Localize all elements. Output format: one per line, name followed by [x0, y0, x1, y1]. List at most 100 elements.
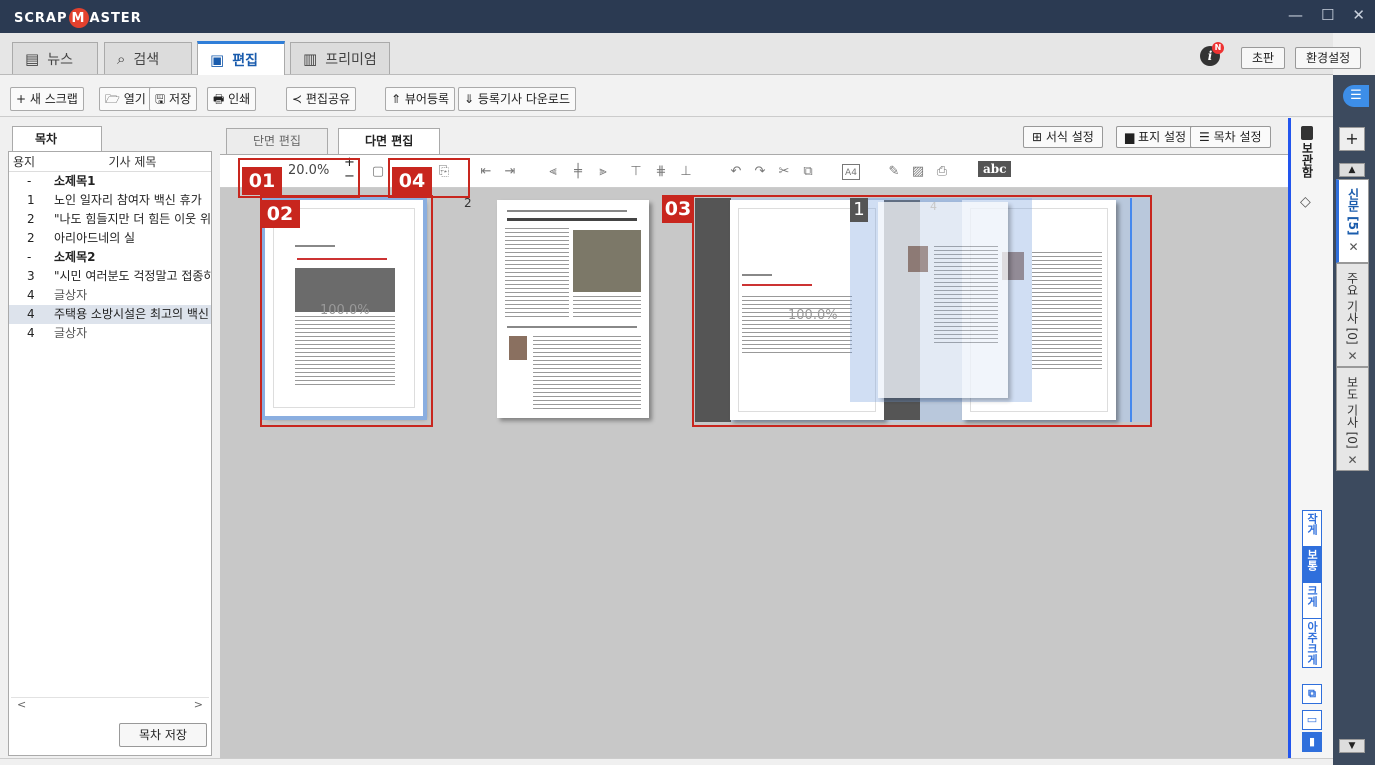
callout-box-02 [260, 195, 433, 427]
cover-settings-button[interactable]: ▆ 표지 설정 [1116, 126, 1196, 148]
toc-row[interactable]: 1 노인 일자리 참여자 백신 휴가 [9, 191, 211, 210]
title-bar: SCRAP M ASTER — ☐ ✕ [0, 0, 1375, 33]
editor-area: 단면 편집 다면 편집 ⊞ 서식 설정 ▆ 표지 설정 ☰ 목차 설정 20.0… [220, 118, 1288, 758]
toc-row[interactable]: 4 주택용 소방시설은 최고의 백신 [9, 305, 211, 324]
toc-row-page: 3 [27, 269, 35, 283]
scroll-left-arrow[interactable]: < [17, 698, 26, 711]
size-normal-button[interactable]: 보통 [1302, 546, 1322, 583]
list-icon[interactable]: ☰ [1343, 85, 1369, 107]
tab-multi-edit[interactable]: 다면 편집 [338, 128, 441, 154]
scroll-up-arrow[interactable]: ▲ [1339, 163, 1365, 177]
tab-search[interactable]: ⌕ 검색 [104, 42, 192, 74]
undo-icon[interactable]: ↶ [728, 164, 744, 180]
toc-row-title: 주택용 소방시설은 최고의 백신 [54, 307, 209, 321]
align-center-icon[interactable]: ╪ [570, 164, 586, 180]
minimize-button[interactable]: — [1288, 6, 1303, 24]
new-scrap-button[interactable]: + 새 스크랩 [10, 87, 84, 111]
cover-icon: ▆ [1125, 130, 1139, 144]
add-tab-button[interactable]: + [1339, 127, 1365, 151]
share-edit-button[interactable]: ≺ 편집공유 [286, 87, 357, 111]
newspaper-icon: ▤ [25, 49, 40, 68]
close-tab-icon[interactable]: ✕ [1347, 453, 1357, 467]
toc-row[interactable]: 4 글상자 [9, 286, 211, 305]
side-tab-newspaper[interactable]: 신문 [5] ✕ [1336, 179, 1369, 263]
search-icon: ⌕ [117, 49, 126, 68]
download-articles-button[interactable]: ⇓ 등록기사 다운로드 [458, 87, 577, 111]
draft-button[interactable]: 초판 [1241, 47, 1286, 69]
move-left-icon[interactable]: ⇤ [478, 164, 494, 180]
dock-bottom-icon[interactable]: ▭ [1302, 710, 1322, 730]
page-thumb-2[interactable] [497, 200, 649, 418]
print-button[interactable]: 🖶 인쇄 [207, 87, 257, 111]
toc-row-page: 1 [27, 193, 35, 207]
toc-row[interactable]: 4 글상자 [9, 324, 211, 343]
side-tab-main-articles[interactable]: 주요 기사 [0] ✕ [1336, 263, 1369, 367]
settings-button[interactable]: 환경설정 [1295, 47, 1362, 69]
maximize-button[interactable]: ☐ [1321, 6, 1334, 24]
toc-header: 용지 기사 제목 [9, 152, 211, 172]
pin-icon[interactable]: ◇ [1300, 194, 1311, 210]
scroll-down-arrow[interactable]: ▼ [1339, 739, 1365, 753]
redo-icon[interactable]: ↷ [752, 164, 768, 180]
popout-icon[interactable]: ⧉ [1302, 684, 1322, 704]
callout-04: 04 [392, 167, 432, 195]
toc-row-page: - [27, 174, 32, 188]
edit-icon[interactable]: ✎ [886, 164, 902, 180]
copy-icon[interactable]: ⧉ [800, 164, 816, 180]
page-canvas: 100.0% 2 100.0% 1 02 03 [220, 188, 1288, 758]
align-top-icon[interactable]: ⊤ [628, 164, 644, 180]
toc-row[interactable]: 2 "나도 힘들지만 더 힘든 이웃 위해" [9, 210, 211, 229]
size-xlarge-button[interactable]: 아주크게 [1302, 618, 1322, 668]
scroll-right-arrow[interactable]: > [194, 698, 203, 711]
side-tab-press-articles[interactable]: 보도 기사 [0] ✕ [1336, 367, 1369, 471]
a4-icon[interactable]: A4 [842, 164, 860, 180]
viewer-register-button[interactable]: ⇑ 뷰어등록 [385, 87, 456, 111]
callout-01: 01 [242, 167, 282, 195]
callout-box-03 [692, 195, 1152, 427]
fit-page-icon[interactable]: ▢ [370, 164, 386, 180]
align-left-icon[interactable]: ⫷ [545, 164, 561, 180]
size-large-button[interactable]: 크게 [1302, 582, 1322, 619]
align-middle-icon[interactable]: ⋕ [653, 164, 669, 180]
toc-panel: 목차 용지 기사 제목 - 소제목1 1 노인 일자리 참여자 백신 휴가 2 "나도 힘… [8, 126, 212, 756]
toc-hscrollbar[interactable]: < > [11, 697, 209, 711]
toc-tab[interactable]: 목차 [12, 126, 102, 152]
image-icon[interactable]: ▨ [910, 164, 926, 180]
cut-icon[interactable]: ✂ [776, 164, 792, 180]
close-button[interactable]: ✕ [1352, 6, 1365, 24]
close-tab-icon[interactable]: ✕ [1348, 240, 1358, 254]
toc-row[interactable]: 3 "시민 여러분도 걱정말고 접종하세요" [9, 267, 211, 286]
toc-row-page: 2 [27, 212, 35, 226]
toc-row[interactable]: - 소제목1 [9, 172, 211, 191]
align-right-icon[interactable]: ⫸ [595, 164, 611, 180]
open-button[interactable]: 🗁 열기 [99, 87, 152, 111]
dock-side-icon[interactable]: ▮ [1302, 732, 1322, 752]
toc-row-title: 글상자 [54, 326, 88, 340]
size-small-button[interactable]: 작게 [1302, 510, 1322, 547]
tab-edit[interactable]: ▣ 편집 [197, 41, 285, 75]
storage-label[interactable]: 보관함 [1299, 142, 1315, 178]
close-tab-icon[interactable]: ✕ [1347, 349, 1357, 363]
chart-icon: ▥ [303, 49, 318, 68]
toc-save-button[interactable]: 목차 저장 [119, 723, 207, 747]
clipboard-icon: ▣ [210, 50, 225, 69]
tab-news[interactable]: ▤ 뉴스 [12, 42, 98, 74]
format-icon: ⊞ [1032, 130, 1046, 144]
toc-list: 용지 기사 제목 - 소제목1 1 노인 일자리 참여자 백신 휴가 2 "나도 힘들지만… [8, 151, 212, 756]
toc-row-title: "시민 여러분도 걱정말고 접종하세요" [54, 269, 211, 283]
align-bottom-icon[interactable]: ⊥ [678, 164, 694, 180]
storage-panel: 보관함 ◇ 작게 보통 크게 아주크게 ⧉ ▭ ▮ [1288, 118, 1333, 758]
main-tab-bar: ▤ 뉴스 ⌕ 검색 ▣ 편집 ▥ 프리미엄 [0, 33, 1333, 75]
move-right-icon[interactable]: ⇥ [502, 164, 518, 180]
toc-row-page: 4 [27, 288, 35, 302]
toc-settings-button[interactable]: ☰ 목차 설정 [1190, 126, 1271, 148]
toc-row[interactable]: - 소제목2 [9, 248, 211, 267]
text-box-button[interactable]: abc [978, 161, 1012, 177]
toc-row[interactable]: 2 아리아드네의 실 [9, 229, 211, 248]
format-settings-button[interactable]: ⊞ 서식 설정 [1023, 126, 1103, 148]
document-icon[interactable]: ⎙ [934, 164, 950, 180]
tab-premium[interactable]: ▥ 프리미엄 [290, 42, 390, 74]
save-button[interactable]: 🖫 저장 [149, 87, 198, 111]
tab-single-edit[interactable]: 단면 편집 [226, 128, 328, 154]
panel-splitter[interactable] [212, 118, 220, 758]
